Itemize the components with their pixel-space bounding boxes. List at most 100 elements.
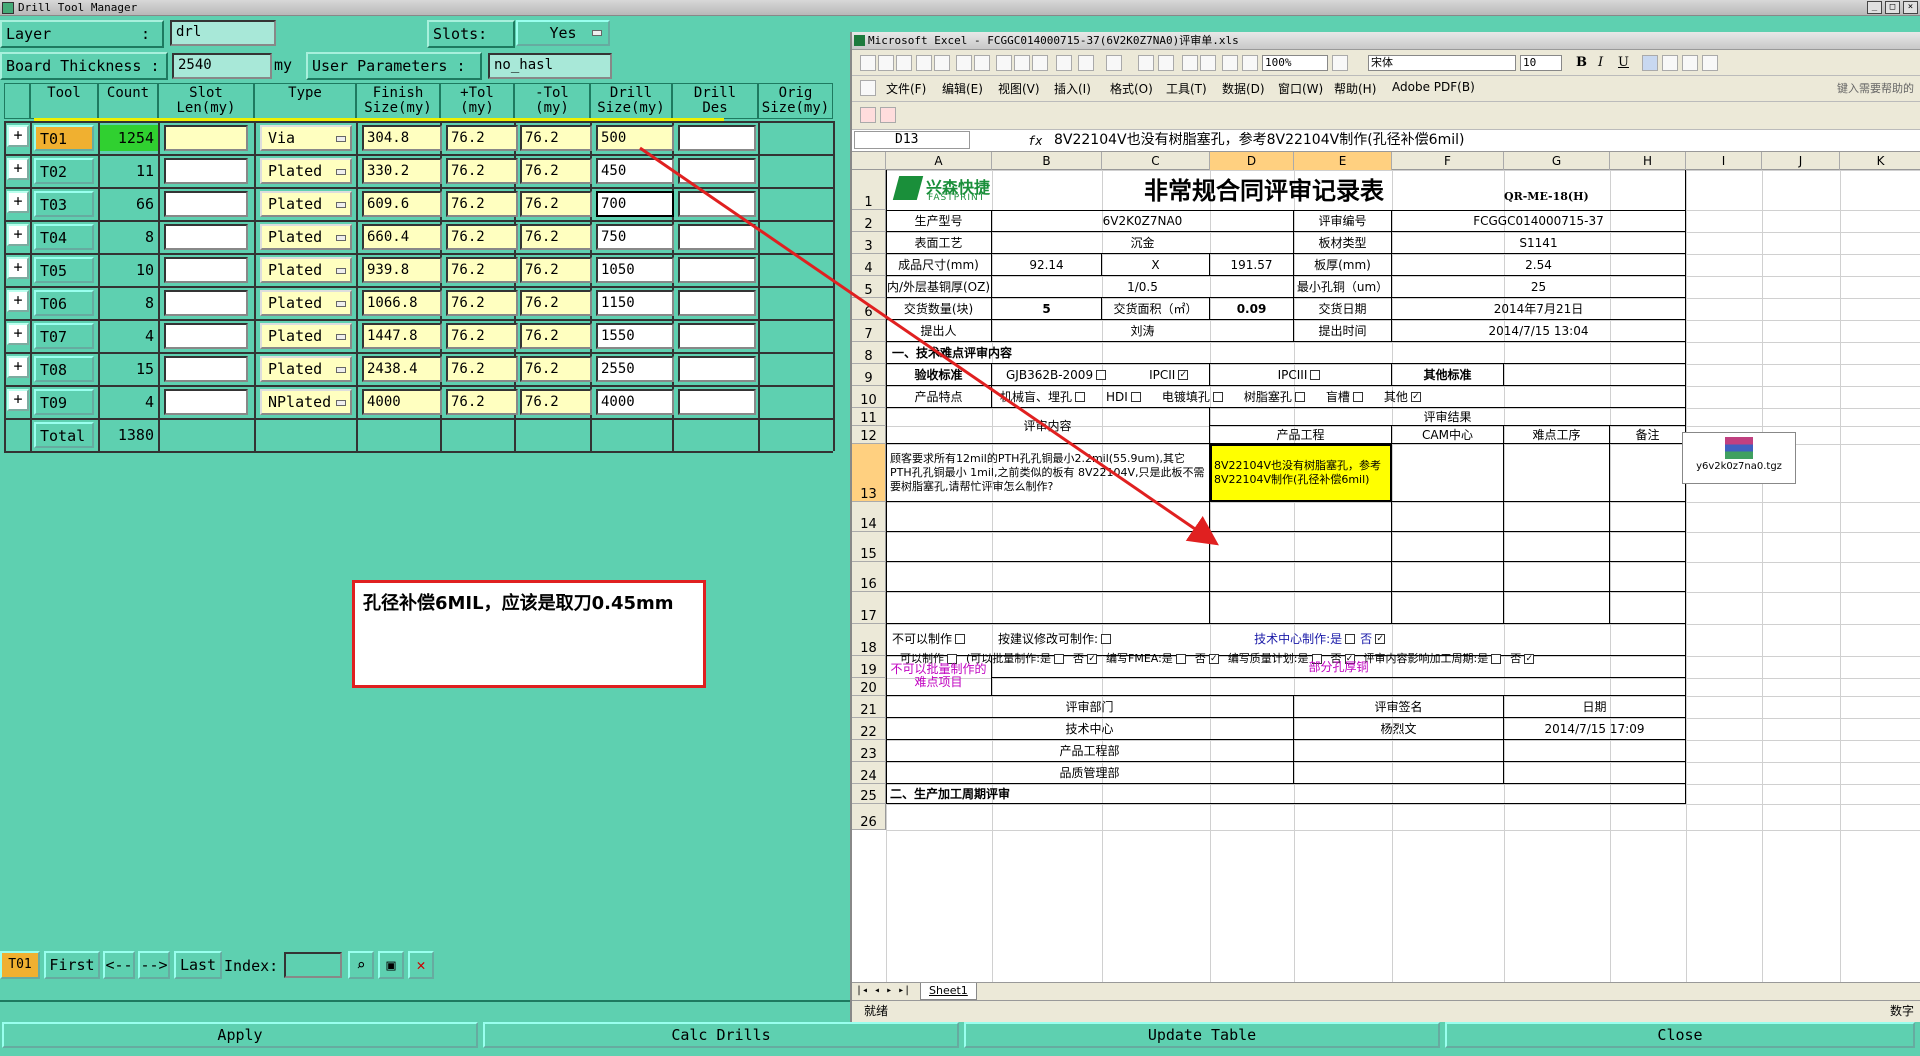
sheet-grid[interactable]: 兴森快捷 FASTPRINT 非常规合同评审记录表 QR-ME-18(H) 生产型号 6V… <box>886 170 1920 982</box>
column-header[interactable]: F <box>1392 152 1504 170</box>
drill-size-input[interactable]: 1050 <box>596 257 674 283</box>
expand-icon[interactable]: + <box>7 125 29 147</box>
menu-item[interactable]: 编辑(E) <box>942 80 983 97</box>
row-header[interactable]: 24 <box>852 762 886 784</box>
column-header[interactable]: J <box>1762 152 1840 170</box>
drill-des-input[interactable] <box>678 158 756 184</box>
minus-tol-input[interactable]: 76.2 <box>520 257 592 283</box>
expand-icon[interactable]: + <box>7 158 29 180</box>
slot-len-input[interactable] <box>164 257 248 283</box>
drill-size-input[interactable]: 4000 <box>596 389 674 415</box>
checkbox[interactable] <box>955 634 966 644</box>
finish-size-input[interactable]: 939.8 <box>362 257 442 283</box>
index-input[interactable] <box>284 952 342 978</box>
plus-tol-input[interactable]: 76.2 <box>446 356 518 382</box>
row-header[interactable]: 19 <box>852 656 886 678</box>
plus-tol-input[interactable]: 76.2 <box>446 257 518 283</box>
align-right-icon[interactable] <box>1682 55 1698 71</box>
type-select[interactable]: NPlated <box>260 389 352 415</box>
finish-size-input[interactable]: 660.4 <box>362 224 442 250</box>
plus-tol-input[interactable]: 76.2 <box>446 290 518 316</box>
calc-drills-button[interactable]: Calc Drills <box>483 1022 959 1048</box>
row-header[interactable]: 18 <box>852 624 886 656</box>
type-select[interactable]: Plated <box>260 323 352 349</box>
row-header[interactable]: 8 <box>852 342 886 364</box>
name-box[interactable]: D13 <box>854 131 970 149</box>
row-header[interactable]: 14 <box>852 502 886 532</box>
row-header[interactable]: 12 <box>852 426 886 444</box>
finish-size-input[interactable]: 304.8 <box>362 125 442 151</box>
row-header[interactable]: 25 <box>852 784 886 804</box>
tool-cell[interactable]: T04 <box>34 224 94 250</box>
tool-cell[interactable]: T07 <box>34 323 94 349</box>
tool-cell[interactable]: T01 <box>34 125 94 151</box>
menu-item[interactable]: 文件(F) <box>886 80 926 97</box>
checkbox[interactable] <box>1345 634 1356 644</box>
plus-tol-input[interactable]: 76.2 <box>446 389 518 415</box>
cut-icon[interactable] <box>996 55 1012 71</box>
sort-desc-icon[interactable] <box>1200 55 1216 71</box>
fx-icon[interactable]: fx <box>1028 131 1042 151</box>
merge-center-icon[interactable] <box>1702 55 1718 71</box>
update-table-button[interactable]: Update Table <box>964 1022 1440 1048</box>
finish-size-input[interactable]: 1447.8 <box>362 323 442 349</box>
type-select[interactable]: Plated <box>260 224 352 250</box>
row-header[interactable]: 16 <box>852 562 886 592</box>
drill-size-input[interactable]: 500 <box>596 125 674 151</box>
sort-asc-icon[interactable] <box>1182 55 1198 71</box>
attachment-object[interactable]: y6v2k0z7na0.tgz <box>1682 432 1796 484</box>
row-header[interactable]: 26 <box>852 804 886 830</box>
checkbox[interactable] <box>1096 369 1107 380</box>
copy-icon[interactable] <box>1014 55 1030 71</box>
row-header[interactable]: 23 <box>852 740 886 762</box>
column-header[interactable]: H <box>1610 152 1686 170</box>
paste-icon[interactable] <box>1032 55 1048 71</box>
row-header[interactable]: 20 <box>852 678 886 696</box>
spell-check-icon[interactable] <box>974 55 990 71</box>
column-header[interactable]: B <box>992 152 1102 170</box>
drill-des-input[interactable] <box>678 257 756 283</box>
checkbox[interactable] <box>1352 391 1363 402</box>
drill-size-input[interactable]: 1550 <box>596 323 674 349</box>
type-select[interactable]: Plated <box>260 191 352 217</box>
menu-item[interactable]: 视图(V) <box>998 80 1040 97</box>
slots-select[interactable]: Yes <box>516 20 610 46</box>
tool-cell[interactable]: T02 <box>34 158 94 184</box>
expand-icon[interactable]: + <box>7 290 29 312</box>
drill-des-input[interactable] <box>678 224 756 250</box>
hyperlink-icon[interactable] <box>1138 55 1154 71</box>
slot-len-input[interactable] <box>164 191 248 217</box>
finish-size-input[interactable]: 330.2 <box>362 158 442 184</box>
chart-wizard-icon[interactable] <box>1222 55 1238 71</box>
align-left-icon[interactable] <box>1642 55 1658 71</box>
pdf-convert-icon[interactable] <box>860 107 876 123</box>
row-header[interactable]: 6 <box>852 298 886 320</box>
underline-button[interactable]: U <box>1618 55 1629 70</box>
finish-size-input[interactable]: 609.6 <box>362 191 442 217</box>
drawing-icon[interactable] <box>1242 55 1258 71</box>
help-search-input[interactable]: 键入需要帮助的 <box>1837 80 1914 96</box>
maximize-button[interactable]: □ <box>1885 1 1900 14</box>
row-header[interactable]: 3 <box>852 232 886 254</box>
autosum-icon[interactable] <box>1158 55 1174 71</box>
tool-cell[interactable]: T08 <box>34 356 94 382</box>
expand-icon[interactable]: + <box>7 389 29 411</box>
minus-tol-input[interactable]: 76.2 <box>520 158 592 184</box>
row-header[interactable]: 21 <box>852 696 886 718</box>
font-select[interactable]: 宋体 <box>1368 55 1516 71</box>
finish-size-input[interactable]: 2438.4 <box>362 356 442 382</box>
last-button[interactable]: Last <box>174 951 222 979</box>
drill-size-input[interactable]: 700 <box>596 191 674 217</box>
type-select[interactable]: Via <box>260 125 352 151</box>
plus-tol-input[interactable]: 76.2 <box>446 323 518 349</box>
menu-item[interactable]: 窗口(W) <box>1278 80 1323 97</box>
menu-item[interactable]: Adobe PDF(B) <box>1392 80 1475 94</box>
drill-size-input[interactable]: 2550 <box>596 356 674 382</box>
drill-des-input[interactable] <box>678 356 756 382</box>
plus-tol-input[interactable]: 76.2 <box>446 191 518 217</box>
bold-button[interactable]: B <box>1576 55 1587 70</box>
row-header[interactable]: 7 <box>852 320 886 342</box>
checkbox[interactable]: ✓ <box>1410 391 1421 402</box>
minus-tol-input[interactable]: 76.2 <box>520 224 592 250</box>
checkbox[interactable]: ✓ <box>1178 369 1189 380</box>
